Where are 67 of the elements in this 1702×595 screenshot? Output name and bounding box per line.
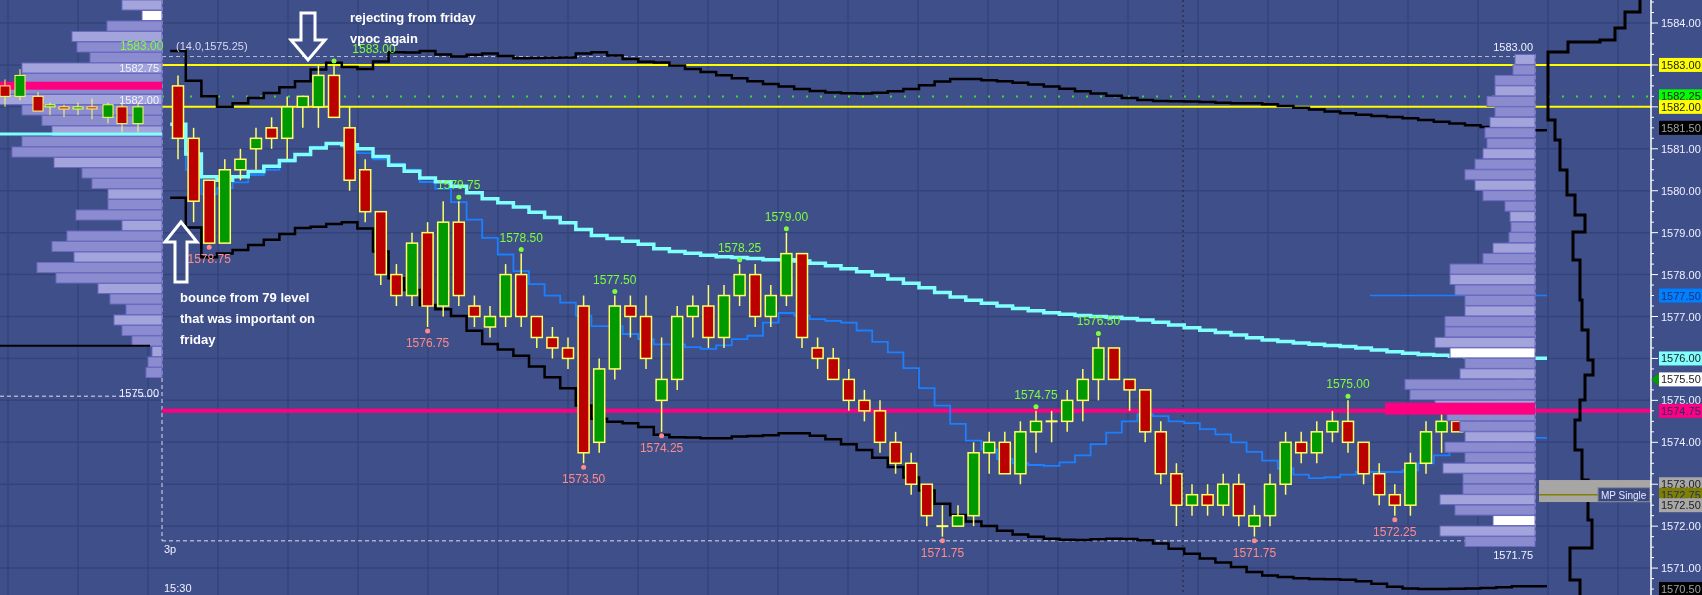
low-dot bbox=[206, 244, 212, 250]
annotation-note: bounce from 79 level that was important on friday bbox=[180, 290, 316, 347]
high-dot bbox=[783, 226, 789, 232]
price-marker-label: 1572.75 bbox=[1661, 488, 1701, 501]
high-dot bbox=[612, 289, 618, 295]
price-marker-label: 1582.00 bbox=[1661, 100, 1701, 113]
axis-tick-label: 1572.00 bbox=[1661, 520, 1701, 533]
high-price-label: 1579.00 bbox=[764, 209, 809, 224]
low-price-label: 1571.75 bbox=[1232, 545, 1277, 560]
arrow-down-icon bbox=[287, 11, 329, 63]
high-dot bbox=[1095, 331, 1101, 336]
high-dot bbox=[331, 58, 337, 64]
high-price-label: 1578.50 bbox=[499, 230, 543, 245]
time-label: 15:30 bbox=[164, 582, 192, 594]
price-marker-label: 1581.50 bbox=[1661, 121, 1701, 134]
high-dot bbox=[518, 247, 524, 253]
price-label: 1571.75 bbox=[1493, 548, 1533, 561]
axis-tick-label: 1571.00 bbox=[1661, 562, 1701, 575]
price-marker-label: 1575.50 bbox=[1661, 373, 1701, 386]
level-line bbox=[1538, 493, 1599, 496]
price-label: 1582.00 bbox=[119, 93, 159, 106]
axis-tick-label: 1579.00 bbox=[1661, 226, 1701, 239]
low-dot bbox=[581, 464, 587, 470]
price-label: 1583.00 bbox=[1493, 40, 1533, 53]
axis-tick-label: 1580.00 bbox=[1661, 184, 1701, 197]
axis-tick-label: 1575.00 bbox=[1661, 394, 1701, 407]
low-dot bbox=[1392, 517, 1398, 523]
axis-tick-label: 1574.00 bbox=[1661, 436, 1701, 449]
pointer-icon bbox=[1651, 373, 1659, 386]
low-dot bbox=[425, 328, 431, 334]
price-label: 1575.00 bbox=[119, 387, 159, 400]
price-marker-label: 1570.50 bbox=[1661, 583, 1701, 595]
high-dot bbox=[737, 257, 743, 263]
price-marker-label: 1572.50 bbox=[1661, 499, 1701, 512]
low-price-label: 1578.75 bbox=[187, 252, 231, 267]
high-dot bbox=[1345, 393, 1351, 399]
low-dot bbox=[1251, 538, 1257, 544]
price-marker-label: 1573.00 bbox=[1661, 478, 1701, 491]
high-price-label: 1578.25 bbox=[717, 241, 762, 256]
low-price-label: 1576.75 bbox=[405, 336, 450, 350]
low-dot bbox=[659, 433, 665, 439]
low-price-label: 1571.75 bbox=[920, 545, 965, 560]
low-price-label: 1574.25 bbox=[639, 440, 684, 455]
high-dot bbox=[1033, 404, 1039, 410]
mp-single-tag: MP Single bbox=[1597, 487, 1651, 503]
annotation-note: rejecting from friday vpoc again bbox=[350, 10, 476, 46]
axis-tick-label: 1584.00 bbox=[1661, 17, 1701, 29]
axis-tick-label: 1577.00 bbox=[1661, 310, 1701, 323]
crosshair-detail: (14.0,1575.25) bbox=[176, 40, 248, 52]
price-label: 1582.75 bbox=[119, 62, 159, 75]
low-dot bbox=[939, 538, 945, 544]
axis-tick-label: 1578.00 bbox=[1661, 268, 1701, 281]
low-price-label: 1573.50 bbox=[561, 472, 606, 487]
low-price-label: 1572.25 bbox=[1373, 524, 1417, 539]
high-dot bbox=[456, 194, 462, 200]
time-label: 3p bbox=[164, 543, 177, 555]
crosshair-value: 1583.00 bbox=[120, 39, 164, 53]
high-price-label: 1574.75 bbox=[1014, 387, 1058, 402]
axis-tick-label: 1581.00 bbox=[1661, 142, 1701, 155]
high-price-label: 1575.00 bbox=[1326, 377, 1370, 392]
price-marker-label: 1583.00 bbox=[1661, 58, 1701, 71]
price-marker-label: 1574.75 bbox=[1661, 404, 1701, 417]
price-marker-label: 1577.50 bbox=[1661, 289, 1701, 302]
high-price-label: 1576.50 bbox=[1076, 314, 1121, 329]
price-marker-label: 1576.00 bbox=[1661, 352, 1701, 365]
high-price-label: 1577.50 bbox=[593, 272, 637, 287]
price-marker-label: 1582.25 bbox=[1661, 90, 1701, 103]
